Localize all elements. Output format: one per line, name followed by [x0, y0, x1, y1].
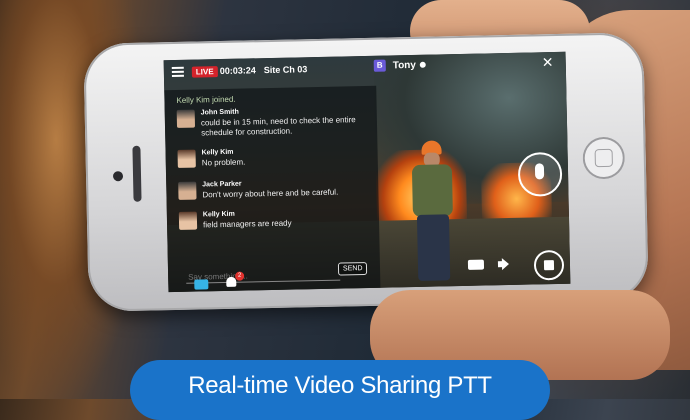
join-notice: Kelly Kim joined.	[176, 94, 236, 105]
message-sender: Kelly Kim	[201, 148, 234, 157]
speaker-icon[interactable]	[498, 258, 512, 270]
app-screen: LIVE 00:03:24 Site Ch 03 B Tony ✕ Kelly …	[163, 51, 571, 293]
caption-banner: Real-time Video Sharing PTT	[130, 360, 550, 420]
location-pin-icon	[419, 61, 426, 68]
message-text: could be in 15 min, need to check the en…	[200, 115, 356, 138]
stream-timer: 00:03:24	[219, 65, 256, 77]
chat-bubble-icon[interactable]	[194, 279, 209, 290]
home-button[interactable]	[582, 136, 626, 180]
avatar	[176, 109, 196, 128]
worker-legs	[416, 214, 451, 281]
close-icon[interactable]: ✕	[542, 54, 554, 71]
menu-icon[interactable]	[171, 66, 184, 78]
live-badge: LIVE	[191, 66, 218, 78]
avatar	[178, 181, 197, 200]
users-icon[interactable]: 2	[226, 271, 245, 289]
phone-device: LIVE 00:03:24 Site Ch 03 B Tony ✕ Kelly …	[83, 32, 649, 312]
avatar	[178, 211, 198, 230]
user-name: Tony	[392, 59, 417, 72]
earpiece-speaker	[132, 145, 142, 202]
message-sender: Kelly Kim	[202, 210, 235, 219]
avatar	[177, 149, 196, 168]
send-button[interactable]: SEND	[337, 261, 368, 276]
message-sender: Jack Parker	[202, 180, 242, 189]
worker-torso	[411, 164, 453, 218]
front-camera	[112, 171, 124, 182]
site-channel: Site Ch 03	[263, 64, 308, 76]
video-feed-worker	[403, 140, 462, 281]
user-badge: B	[373, 59, 386, 72]
message-sender: John Smith	[200, 108, 239, 117]
video-camera-icon[interactable]	[467, 259, 485, 270]
